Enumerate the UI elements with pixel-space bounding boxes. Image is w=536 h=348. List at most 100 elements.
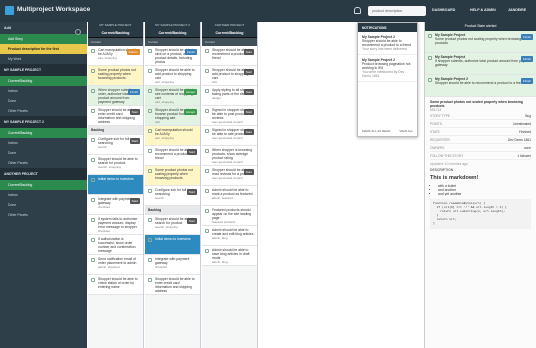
story-card[interactable]: Some product photos not scaling properly…	[145, 166, 200, 186]
story-checkbox-icon[interactable]	[91, 218, 95, 222]
story-card[interactable]: Shopper should be able to browse product…	[145, 106, 200, 126]
story-checkbox-icon[interactable]	[148, 89, 152, 93]
story-checkbox-icon[interactable]	[91, 89, 95, 93]
story-card[interactable]: Cart manipulation should be AJAXy cart, s…	[145, 126, 200, 146]
story-card[interactable]: Configure solr for full text searching se…	[145, 186, 200, 206]
story-card[interactable]: Some product photos not scaling properly…	[88, 66, 143, 86]
my-work-item[interactable]: My Work	[0, 54, 87, 64]
detail-field-row[interactable]: OWNERS none	[430, 144, 531, 152]
detail-field-row[interactable]: FOLLOW THIS STORY 1 follower	[430, 152, 531, 160]
story-checkbox-icon[interactable]	[148, 109, 152, 113]
story-labels[interactable]: admin, featured	[212, 196, 254, 200]
story-state-button[interactable]: Start	[243, 89, 254, 95]
story-state-button[interactable]: Start	[186, 189, 197, 195]
story-card[interactable]: Apply styling to all shopper facing part…	[202, 86, 257, 106]
notification-item[interactable]: My Sample Project 2 Shopper should be ab…	[358, 32, 417, 55]
story-labels[interactable]: cart, shopping	[155, 136, 197, 140]
story-checkbox-icon[interactable]	[148, 278, 152, 282]
story-labels[interactable]: admin, blog	[212, 260, 254, 264]
story-card[interactable]: Shopper should be able to recommend a pr…	[202, 46, 257, 66]
story-checkbox-icon[interactable]	[91, 278, 95, 282]
story-state-button[interactable]: Accept	[183, 89, 197, 95]
story-checkbox-icon[interactable]	[148, 169, 152, 173]
story-state-button[interactable]: Deliver	[126, 49, 140, 55]
dashboard-link[interactable]: DASHBOARD	[432, 8, 455, 12]
story-checkbox-icon[interactable]	[205, 229, 209, 233]
story-labels[interactable]: search, shopping	[98, 165, 140, 169]
story-state-button[interactable]: Start	[243, 129, 254, 135]
story-labels[interactable]: featured products	[212, 220, 254, 224]
mark-all-read-link[interactable]: MARK ALL AS READ	[362, 129, 390, 133]
story-card[interactable]: Configure solr for full text searching se…	[88, 135, 143, 155]
mini-story-card[interactable]: My Sample Project If shopper submits, aut…	[425, 53, 536, 75]
story-card[interactable]: Shopper should be able to recommend a pr…	[145, 146, 200, 166]
story-labels[interactable]: search	[155, 196, 197, 200]
detail-field-row[interactable]: STATE Finished	[430, 128, 531, 136]
story-checkbox-icon[interactable]	[428, 78, 432, 82]
story-card[interactable]: When shopper submits order, authorize to…	[88, 86, 143, 106]
sidebar-project-name[interactable]: ANOTHER PROJECT	[0, 168, 87, 180]
story-card[interactable]: Shopper should be able to enter credit c…	[145, 275, 200, 295]
story-labels[interactable]: checkout	[98, 229, 140, 233]
story-checkbox-icon[interactable]	[91, 138, 95, 142]
story-state-button[interactable]: Start	[129, 198, 140, 204]
story-card[interactable]: Shopper should be able to see contents o…	[145, 86, 200, 106]
detail-field-row[interactable]: POINTS Unestimated	[430, 120, 531, 128]
story-card[interactable]: Shopper should be able to add product to…	[145, 66, 200, 86]
detail-field-row[interactable]: REQUESTER Dev Demo 1861	[430, 136, 531, 144]
story-state-button[interactable]: Finish	[520, 56, 533, 62]
sidebar-item[interactable]: Current/Backlog	[0, 76, 87, 86]
story-labels[interactable]: search, shopping	[155, 225, 197, 229]
story-state-button[interactable]: Finish	[184, 49, 197, 55]
story-checkbox-icon[interactable]	[148, 238, 152, 242]
story-labels[interactable]: checkout	[155, 293, 197, 294]
notification-bell-icon[interactable]	[354, 7, 361, 14]
story-state-button[interactable]: Start	[129, 109, 140, 115]
user-menu[interactable]: JANDEIRE	[508, 8, 526, 12]
story-card[interactable]: Integrate with payment gateway checkout St…	[88, 195, 143, 215]
story-card[interactable]: Shopper should be able to click on a pro…	[145, 46, 200, 66]
story-labels[interactable]: cart, shopping	[155, 80, 197, 84]
story-card[interactable]: Admin should be able to save blog articl…	[202, 246, 257, 266]
story-checkbox-icon[interactable]	[148, 69, 152, 73]
mini-story-card[interactable]: My Sample Project 2 Shopper should be abl…	[425, 75, 536, 97]
story-checkbox-icon[interactable]	[205, 109, 209, 113]
story-labels[interactable]: admin, checkout	[98, 265, 140, 269]
story-checkbox-icon[interactable]	[428, 34, 432, 38]
story-checkbox-icon[interactable]	[91, 69, 95, 73]
story-card[interactable]: Send notification email of order placeme…	[88, 255, 143, 275]
story-card[interactable]: Admin should be able to mark a product a…	[202, 186, 257, 206]
story-card[interactable]: Shopper should be able to enter credit c…	[88, 106, 143, 126]
story-checkbox-icon[interactable]	[148, 218, 152, 222]
story-checkbox-icon[interactable]	[91, 49, 95, 53]
sidebar-item[interactable]: Other Panels	[0, 210, 87, 220]
story-checkbox-icon[interactable]	[91, 109, 95, 113]
story-labels[interactable]: checkout	[155, 265, 197, 269]
story-checkbox-icon[interactable]	[205, 149, 209, 153]
search-input[interactable]: product description	[368, 6, 426, 16]
story-state-button[interactable]: Start	[186, 149, 197, 155]
story-labels[interactable]: cart	[155, 120, 197, 124]
story-state-button[interactable]: Start	[243, 69, 254, 75]
panel-filter[interactable]: Current	[88, 38, 143, 46]
story-checkbox-icon[interactable]	[91, 258, 95, 262]
story-checkbox-icon[interactable]	[91, 238, 95, 242]
story-labels[interactable]: search	[98, 145, 140, 149]
notification-item[interactable]: My Sample Project 2 Product browsing pag…	[358, 55, 417, 82]
story-labels[interactable]: cart	[212, 80, 254, 84]
sidebar-item[interactable]: Other Panels	[0, 158, 87, 168]
story-card[interactable]: When shopper is browsing products, show …	[202, 146, 257, 166]
story-card[interactable]: Cart manipulation should be AJAXy cart, s…	[88, 46, 143, 66]
sidebar-item[interactable]: Done	[0, 148, 87, 158]
story-checkbox-icon[interactable]	[205, 249, 209, 253]
search-result-item[interactable]: Product description for the first	[0, 44, 87, 54]
story-checkbox-icon[interactable]	[205, 89, 209, 93]
story-checkbox-icon[interactable]	[205, 49, 209, 53]
story-card[interactable]: Integrate with payment gateway checkout	[145, 255, 200, 275]
story-state-button[interactable]: Start	[243, 169, 254, 175]
story-card[interactable]: Shopper should be able to add product to…	[202, 66, 257, 86]
close-icon[interactable]	[75, 29, 81, 35]
sidebar-item[interactable]: Current/Backlog	[0, 180, 87, 190]
story-card[interactable]: Initial demo to investors	[88, 175, 143, 195]
story-state-button[interactable]: Start	[243, 49, 254, 55]
